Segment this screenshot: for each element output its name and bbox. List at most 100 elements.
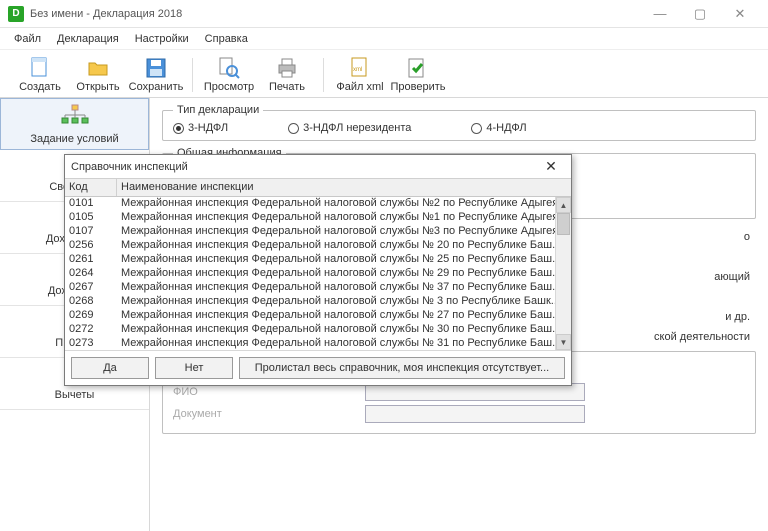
table-row[interactable]: 0256Межрайонная инспекция Федеральной на… xyxy=(65,239,571,253)
menu-file[interactable]: Файл xyxy=(6,31,49,47)
text-fragment: и др. xyxy=(725,311,750,323)
tool-save[interactable]: Сохранить xyxy=(130,57,182,93)
tool-print[interactable]: Печать xyxy=(261,57,313,93)
no-button[interactable]: Нет xyxy=(155,357,233,379)
radio-3ndfl-label: 3-НДФЛ xyxy=(188,122,228,134)
radio-4ndfl[interactable]: 4-НДФЛ xyxy=(471,122,526,134)
radio-dot-icon xyxy=(173,123,184,134)
scroll-thumb[interactable] xyxy=(557,213,570,235)
dialog-title: Справочник инспекций xyxy=(71,161,188,173)
col-code-header[interactable]: Код xyxy=(65,179,117,196)
table-row[interactable]: 0264Межрайонная инспекция Федеральной на… xyxy=(65,267,571,281)
radio-dot-icon xyxy=(288,123,299,134)
cell-name: Межрайонная инспекция Федеральной налого… xyxy=(117,267,571,281)
cell-code: 0261 xyxy=(65,253,117,267)
svg-text:xml: xml xyxy=(353,67,362,73)
radio-4ndfl-label: 4-НДФЛ xyxy=(486,122,526,134)
diskette-icon xyxy=(145,57,167,79)
titlebar: D Без имени - Декларация 2018 — ▢ ✕ xyxy=(0,0,768,28)
close-button[interactable]: ✕ xyxy=(720,0,760,28)
printer-icon xyxy=(276,57,298,79)
sidebar-deductions-label: Вычеты xyxy=(55,389,95,401)
cell-code: 0268 xyxy=(65,295,117,309)
cell-name: Межрайонная инспекция Федеральной налого… xyxy=(117,211,571,225)
table-row[interactable]: 0105Межрайонная инспекция Федеральной на… xyxy=(65,211,571,225)
cell-code: 0105 xyxy=(65,211,117,225)
grid-header: Код Наименование инспекции xyxy=(65,179,571,197)
scroll-up-icon[interactable]: ▲ xyxy=(556,197,571,213)
table-row[interactable]: 0261Межрайонная инспекция Федеральной на… xyxy=(65,253,571,267)
radio-3ndfl-nonres[interactable]: 3-НДФЛ нерезидента xyxy=(288,122,411,134)
cell-name: Межрайонная инспекция Федеральной налого… xyxy=(117,253,571,267)
dialog-close-button[interactable]: ✕ xyxy=(537,158,565,175)
document-field[interactable] xyxy=(365,405,585,423)
toolbar: Создать Открыть Сохранить Просмотр Печат… xyxy=(0,50,768,98)
yes-button[interactable]: Да xyxy=(71,357,149,379)
col-name-header[interactable]: Наименование инспекции xyxy=(117,179,571,196)
grid-body: 0101Межрайонная инспекция Федеральной на… xyxy=(65,197,571,350)
sidebar-item-conditions[interactable]: Задание условий xyxy=(0,98,149,150)
scroll-down-icon[interactable]: ▼ xyxy=(556,334,571,350)
tool-filexml[interactable]: xml Файл xml xyxy=(334,57,386,93)
tool-create-label: Создать xyxy=(19,81,61,93)
declaration-type-group: Тип декларации 3-НДФЛ 3-НДФЛ нерезидента… xyxy=(162,104,756,141)
cell-name: Межрайонная инспекция Федеральной налого… xyxy=(117,197,571,211)
radio-3ndfl-nonres-label: 3-НДФЛ нерезидента xyxy=(303,122,411,134)
window-title: Без имени - Декларация 2018 xyxy=(30,8,640,20)
tool-check[interactable]: Проверить xyxy=(392,57,444,93)
menu-help[interactable]: Справка xyxy=(197,31,256,47)
not-found-button[interactable]: Пролистал весь справочник, моя инспекция… xyxy=(239,357,565,379)
table-row[interactable]: 0267Межрайонная инспекция Федеральной на… xyxy=(65,281,571,295)
cell-code: 0256 xyxy=(65,239,117,253)
app-icon: D xyxy=(8,6,24,22)
cell-code: 0267 xyxy=(65,281,117,295)
cell-name: Межрайонная инспекция Федеральной налого… xyxy=(117,281,571,295)
text-fragment: о xyxy=(744,231,750,243)
magnifier-icon xyxy=(218,57,240,79)
cell-name: Межрайонная инспекция Федеральной налого… xyxy=(117,239,571,253)
maximize-button[interactable]: ▢ xyxy=(680,0,720,28)
tool-print-label: Печать xyxy=(269,81,305,93)
tree-icon xyxy=(60,104,90,131)
cell-name: Межрайонная инспекция Федеральной налого… xyxy=(117,225,571,239)
table-row[interactable]: 0101Межрайонная инспекция Федеральной на… xyxy=(65,197,571,211)
folder-icon xyxy=(87,57,109,79)
menu-declaration[interactable]: Декларация xyxy=(49,31,127,47)
table-row[interactable]: 0268Межрайонная инспекция Федеральной на… xyxy=(65,295,571,309)
cell-code: 0273 xyxy=(65,337,117,350)
inspection-directory-dialog: Справочник инспекций ✕ Код Наименование … xyxy=(64,154,572,386)
tool-save-label: Сохранить xyxy=(129,81,184,93)
text-fragment: ающий xyxy=(714,271,750,283)
tool-filexml-label: Файл xml xyxy=(336,81,383,93)
cell-code: 0272 xyxy=(65,323,117,337)
table-row[interactable]: 0273Межрайонная инспекция Федеральной на… xyxy=(65,337,571,350)
cell-name: Межрайонная инспекция Федеральной налого… xyxy=(117,309,571,323)
tool-create[interactable]: Создать xyxy=(14,57,66,93)
radio-dot-icon xyxy=(471,123,482,134)
table-row[interactable]: 0107Межрайонная инспекция Федеральной на… xyxy=(65,225,571,239)
tool-check-label: Проверить xyxy=(391,81,446,93)
grid-scrollbar[interactable]: ▲ ▼ xyxy=(555,197,571,350)
cell-code: 0269 xyxy=(65,309,117,323)
minimize-button[interactable]: — xyxy=(640,0,680,28)
cell-name: Межрайонная инспекция Федеральной налого… xyxy=(117,323,571,337)
sidebar-conditions-label: Задание условий xyxy=(30,133,118,145)
fio-label: ФИО xyxy=(173,386,233,398)
document-label: Документ xyxy=(173,408,253,420)
table-row[interactable]: 0269Межрайонная инспекция Федеральной на… xyxy=(65,309,571,323)
tool-preview[interactable]: Просмотр xyxy=(203,57,255,93)
cell-code: 0101 xyxy=(65,197,117,211)
cell-code: 0107 xyxy=(65,225,117,239)
new-file-icon xyxy=(29,57,51,79)
tool-open-label: Открыть xyxy=(76,81,119,93)
radio-3ndfl[interactable]: 3-НДФЛ xyxy=(173,122,228,134)
tool-open[interactable]: Открыть xyxy=(72,57,124,93)
cell-name: Межрайонная инспекция Федеральной налого… xyxy=(117,337,571,350)
tool-preview-label: Просмотр xyxy=(204,81,254,93)
check-icon xyxy=(407,57,429,79)
menubar: Файл Декларация Настройки Справка xyxy=(0,28,768,50)
text-fragment: ской деятельности xyxy=(654,331,750,343)
menu-settings[interactable]: Настройки xyxy=(127,31,197,47)
declaration-type-legend: Тип декларации xyxy=(173,104,263,116)
table-row[interactable]: 0272Межрайонная инспекция Федеральной на… xyxy=(65,323,571,337)
